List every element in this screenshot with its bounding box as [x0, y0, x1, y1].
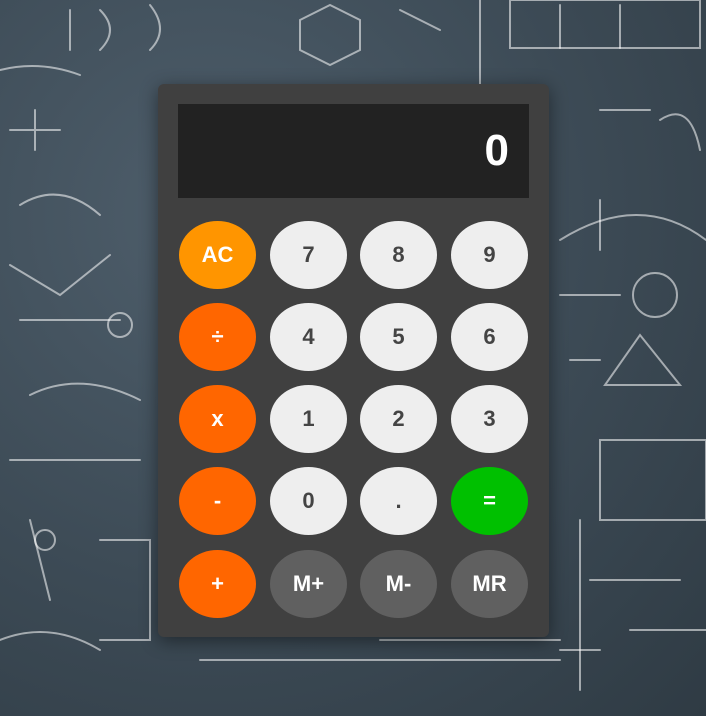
- calculator-display: 0: [178, 104, 529, 198]
- digit-7-button[interactable]: 7: [270, 221, 347, 289]
- digit-6-button[interactable]: 6: [451, 303, 528, 371]
- digit-8-button[interactable]: 8: [360, 221, 437, 289]
- digit-2-button[interactable]: 2: [360, 385, 437, 453]
- add-button[interactable]: +: [179, 550, 256, 618]
- memory-recall-button[interactable]: MR: [451, 550, 528, 618]
- divide-button[interactable]: ÷: [179, 303, 256, 371]
- digit-3-button[interactable]: 3: [451, 385, 528, 453]
- digit-5-button[interactable]: 5: [360, 303, 437, 371]
- calculator: 0 AC 7 8 9 ÷ 4 5 6 x 1 2 3 - 0 . = + M+ …: [158, 84, 549, 637]
- digit-4-button[interactable]: 4: [270, 303, 347, 371]
- memory-add-button[interactable]: M+: [270, 550, 347, 618]
- decimal-button[interactable]: .: [360, 467, 437, 535]
- digit-9-button[interactable]: 9: [451, 221, 528, 289]
- memory-subtract-button[interactable]: M-: [360, 550, 437, 618]
- digit-1-button[interactable]: 1: [270, 385, 347, 453]
- multiply-button[interactable]: x: [179, 385, 256, 453]
- ac-button[interactable]: AC: [179, 221, 256, 289]
- subtract-button[interactable]: -: [179, 467, 256, 535]
- digit-0-button[interactable]: 0: [270, 467, 347, 535]
- equals-button[interactable]: =: [451, 467, 528, 535]
